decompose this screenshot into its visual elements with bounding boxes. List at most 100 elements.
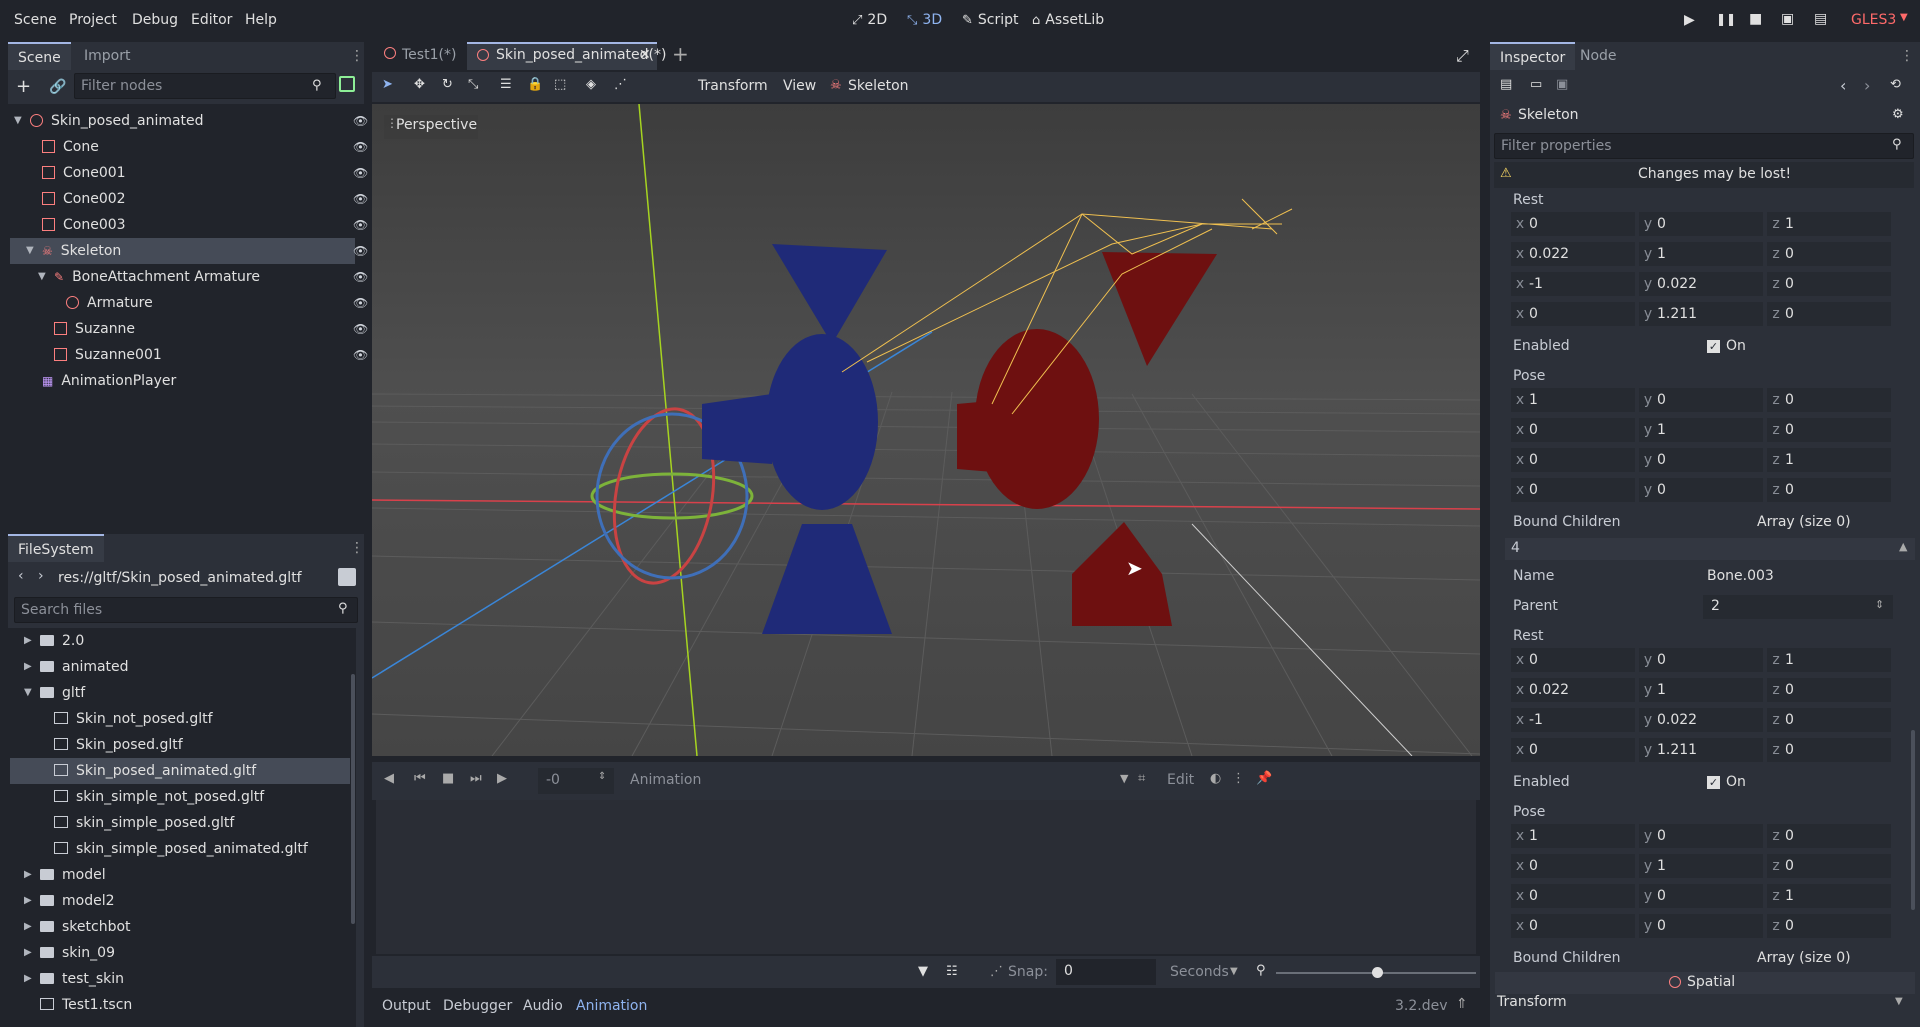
matrix-cell-z[interactable]: z0: [1767, 302, 1891, 326]
enabled-checkbox[interactable]: ✓ On: [1707, 774, 1746, 790]
matrix-cell-y[interactable]: y 1.211: [1639, 738, 1763, 762]
matrix-cell-y[interactable]: y0: [1639, 648, 1763, 672]
history-forward-icon[interactable]: ›: [1864, 76, 1870, 95]
visibility-eye-icon[interactable]: 👁: [353, 342, 368, 368]
scene-tree-item[interactable]: Cone003 👁: [10, 212, 368, 238]
filter-icon[interactable]: ▼: [918, 965, 928, 978]
matrix-cell-z[interactable]: z0: [1767, 914, 1891, 938]
distraction-free-icon[interactable]: ⤢: [1456, 46, 1469, 66]
matrix-cell-x[interactable]: x0: [1511, 212, 1635, 236]
mode-3d-button[interactable]: ⤡ 3D: [907, 12, 942, 28]
scene-tree-item[interactable]: ▼ Skin_posed_animated 👁: [10, 108, 368, 134]
play-from-start-icon[interactable]: ⏭: [470, 772, 482, 785]
matrix-cell-y[interactable]: y1: [1639, 418, 1763, 442]
menu-editor[interactable]: Editor: [191, 12, 232, 28]
file-item[interactable]: Skin_posed_animated.gltf: [10, 758, 350, 784]
forward-icon[interactable]: ›: [38, 568, 44, 584]
matrix-cell-x[interactable]: x0: [1511, 418, 1635, 442]
tab-output[interactable]: Output: [382, 998, 431, 1014]
chevron-right-icon[interactable]: ▶: [24, 914, 36, 940]
inspector-scrollbar[interactable]: [1911, 730, 1915, 910]
perspective-menu[interactable]: Perspective: [396, 117, 477, 133]
scene-tree-item[interactable]: Cone001 👁: [10, 160, 368, 186]
scene-tree-item[interactable]: ▦ AnimationPlayer: [10, 368, 355, 394]
matrix-cell-z[interactable]: z0: [1767, 388, 1891, 412]
close-tab-icon[interactable]: ✕: [639, 47, 651, 63]
anim-stop-icon[interactable]: ■: [442, 772, 454, 785]
filter-nodes-input[interactable]: Filter nodes: [74, 73, 336, 99]
matrix-cell-x[interactable]: x0: [1511, 302, 1635, 326]
zoom-slider-handle[interactable]: [1372, 967, 1383, 978]
onion-skin-icon[interactable]: ◐: [1210, 772, 1221, 785]
visibility-eye-icon[interactable]: 👁: [353, 290, 368, 316]
matrix-cell-y[interactable]: y0: [1639, 388, 1763, 412]
matrix-cell-z[interactable]: z0: [1767, 478, 1891, 502]
play-custom-scene-icon[interactable]: ▤: [1814, 12, 1827, 26]
matrix-cell-x[interactable]: x 0.022: [1511, 678, 1635, 702]
scene-tab-1[interactable]: Test1(*): [402, 47, 456, 63]
fs-scrollbar[interactable]: [351, 674, 355, 924]
fs-path[interactable]: res://gltf/Skin_posed_animated.gltf: [58, 570, 302, 586]
mode-script-button[interactable]: ✎ Script: [962, 12, 1019, 28]
tab-scene[interactable]: Scene: [8, 42, 71, 70]
matrix-cell-z[interactable]: z0: [1767, 272, 1891, 296]
move-tool-icon[interactable]: ✥: [414, 78, 425, 91]
view-menu[interactable]: View: [783, 78, 816, 94]
play-backwards-from-end-icon[interactable]: ⏮: [414, 772, 426, 785]
anim-more-icon[interactable]: ⋮: [1232, 772, 1245, 785]
matrix-cell-x[interactable]: x0: [1511, 448, 1635, 472]
object-properties-icon[interactable]: ⚙: [1892, 108, 1904, 121]
matrix-cell-y[interactable]: y1: [1639, 854, 1763, 878]
matrix-cell-z[interactable]: z1: [1767, 648, 1891, 672]
transform-section[interactable]: Transform ▼: [1495, 994, 1915, 1010]
anim-tools-icon[interactable]: ⌗: [1138, 772, 1145, 785]
expand-bottom-icon[interactable]: ⇑: [1456, 996, 1468, 1012]
file-item[interactable]: skin_simple_not_posed.gltf: [10, 784, 350, 810]
expand-arrow-icon[interactable]: ▼: [26, 238, 38, 264]
matrix-cell-x[interactable]: x0: [1511, 884, 1635, 908]
filter-properties-input[interactable]: Filter properties: [1494, 133, 1914, 159]
matrix-cell-x[interactable]: x0: [1511, 854, 1635, 878]
scale-tool-icon[interactable]: ⤡: [468, 78, 478, 91]
matrix-cell-z[interactable]: z0: [1767, 678, 1891, 702]
matrix-cell-y[interactable]: y0: [1639, 448, 1763, 472]
add-node-icon[interactable]: +: [16, 76, 31, 97]
folder-item[interactable]: ▼ gltf: [10, 680, 350, 706]
expand-arrow-icon[interactable]: ▼: [38, 264, 50, 290]
matrix-cell-y[interactable]: y 0.022: [1639, 708, 1763, 732]
anim-play-icon[interactable]: ▶: [497, 772, 507, 785]
folder-item[interactable]: ▶ model2: [10, 888, 350, 914]
scene-tree-item[interactable]: ▼ ☠ Skeleton 👁: [10, 238, 368, 264]
chevron-right-icon[interactable]: ▶: [24, 966, 36, 992]
visibility-eye-icon[interactable]: 👁: [353, 316, 368, 342]
file-item[interactable]: Test1.tscn: [10, 992, 350, 1018]
chevron-right-icon[interactable]: ▶: [24, 862, 36, 888]
lock-icon[interactable]: 🔒: [527, 78, 543, 91]
animation-track-area[interactable]: [376, 800, 1476, 954]
matrix-cell-z[interactable]: z0: [1767, 708, 1891, 732]
folder-item[interactable]: ▶ animated: [10, 654, 350, 680]
instance-scene-icon[interactable]: 🔗: [49, 79, 66, 95]
matrix-cell-x[interactable]: x 0.022: [1511, 242, 1635, 266]
matrix-cell-y[interactable]: y 0.022: [1639, 272, 1763, 296]
matrix-cell-y[interactable]: y1: [1639, 242, 1763, 266]
scene-tree-item[interactable]: Armature 👁: [10, 290, 368, 316]
matrix-cell-x[interactable]: x -1: [1511, 708, 1635, 732]
tab-animation[interactable]: Animation: [576, 998, 647, 1014]
anim-time-field[interactable]: -0 ⇕: [538, 768, 614, 794]
bone-name-field[interactable]: Bone.003: [1707, 568, 1774, 584]
matrix-cell-y[interactable]: y0: [1639, 914, 1763, 938]
bound-children-array[interactable]: Array (size 0): [1757, 514, 1851, 530]
renderer-label[interactable]: GLES3: [1851, 12, 1896, 28]
folder-item[interactable]: ▶ sketchbot: [10, 914, 350, 940]
mode-2d-button[interactable]: ⤢ 2D: [852, 12, 887, 28]
visibility-eye-icon[interactable]: 👁: [353, 108, 368, 134]
matrix-cell-z[interactable]: z0: [1767, 418, 1891, 442]
play-backwards-icon[interactable]: ◀: [384, 772, 394, 785]
tab-debugger[interactable]: Debugger: [443, 998, 512, 1014]
matrix-cell-y[interactable]: y0: [1639, 884, 1763, 908]
search-files-input[interactable]: Search files: [14, 597, 358, 623]
scene-tree-item[interactable]: Suzanne001 👁: [10, 342, 368, 368]
matrix-cell-y[interactable]: y 1.211: [1639, 302, 1763, 326]
dock-menu-icon[interactable]: ⋮: [350, 48, 364, 64]
